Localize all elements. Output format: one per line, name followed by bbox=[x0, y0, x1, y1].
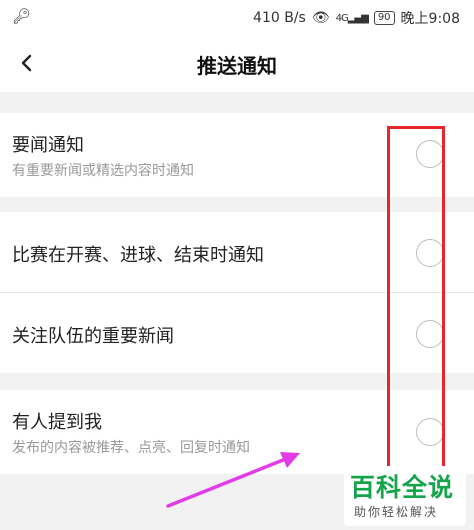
pointer-arrow-icon bbox=[166, 452, 300, 508]
watermark-logo: 百科全说 助你轻松解决 bbox=[344, 466, 466, 526]
watermark-slogan: 助你轻松解决 bbox=[354, 505, 439, 519]
status-indicators: 410 B/s 👁︎ 4G▂▄▆ 90 晚上9:08 bbox=[253, 8, 460, 28]
signal-icon: 4G▂▄▆ bbox=[335, 12, 369, 24]
key-icon: 🔑︎ bbox=[12, 7, 32, 25]
setting-title: 要闻通知 bbox=[12, 135, 84, 156]
battery-icon: 90 bbox=[373, 11, 395, 25]
watermark-brand: 百科全说 bbox=[350, 473, 455, 502]
page-title: 推送通知 bbox=[197, 54, 277, 78]
eye-icon: 👁︎ bbox=[311, 10, 330, 26]
setting-title: 比赛在开赛、进球、结束时通知 bbox=[12, 245, 264, 266]
clock: 晚上9:08 bbox=[400, 11, 460, 27]
status-bar: 🔑︎ 410 B/s 👁︎ 4G▂▄▆ 90 晚上9:08 bbox=[0, 0, 474, 34]
setting-title: 关注队伍的重要新闻 bbox=[12, 326, 174, 347]
setting-title: 有人提到我 bbox=[12, 412, 102, 433]
battery-level: 90 bbox=[377, 12, 391, 23]
highlight-box bbox=[387, 126, 445, 514]
setting-subtitle: 有重要新闻或精选内容时通知 bbox=[12, 163, 194, 179]
network-type: 4G bbox=[335, 12, 349, 24]
nav-bar: 推送通知 bbox=[0, 34, 474, 92]
network-speed: 410 B/s bbox=[253, 10, 306, 26]
